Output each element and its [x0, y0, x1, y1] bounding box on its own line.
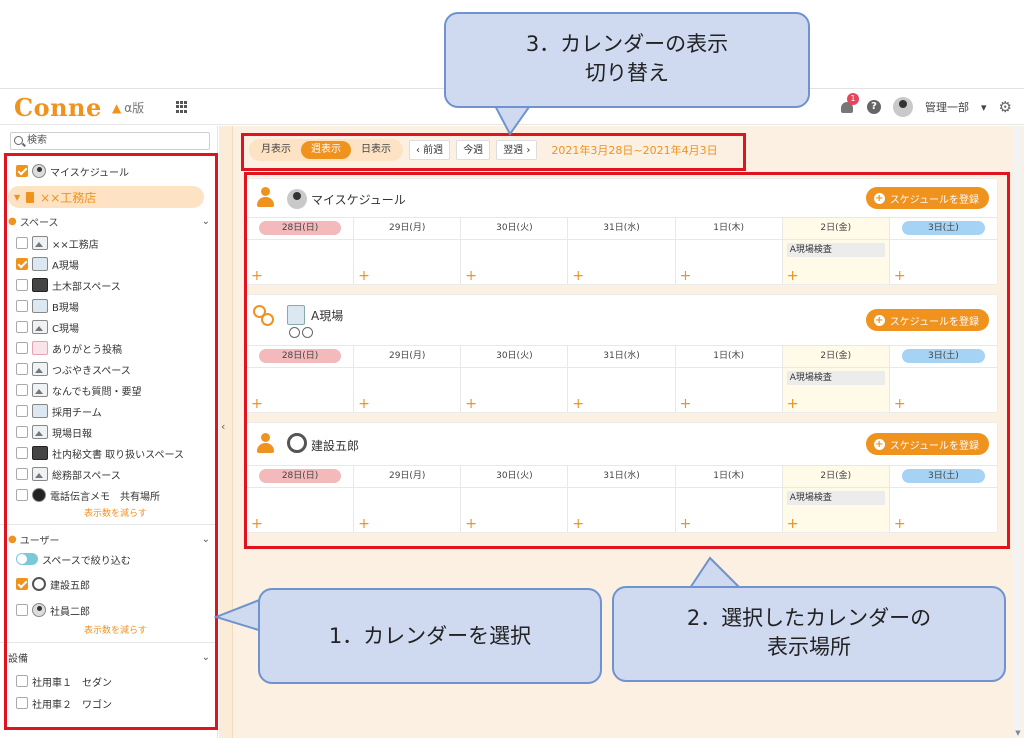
annotation-box-sidebar — [4, 153, 218, 730]
callout-2-tail — [688, 556, 743, 590]
callout-text: 2．選択したカレンダーの — [686, 606, 932, 630]
header-right-controls: 1 ? 管理一部 ▾ ⚙ — [839, 93, 1012, 119]
callout-text: 1．カレンダーを選択 — [328, 624, 532, 648]
conne-logo[interactable]: Conne — [14, 93, 102, 122]
chevron-down-icon[interactable]: ▾ — [981, 101, 987, 114]
callout-text: 表示場所 — [767, 635, 851, 659]
search-icon — [14, 136, 23, 145]
callout-1: 1．カレンダーを選択 — [258, 588, 602, 684]
callout-text: 切り替え — [585, 61, 669, 85]
callout-2: 2．選択したカレンダーの 表示場所 — [612, 586, 1006, 682]
alpha-badge: ▲ α版 — [112, 99, 144, 116]
callout-1-tail — [214, 597, 264, 633]
user-avatar[interactable] — [893, 97, 914, 117]
annotation-box-calendar — [244, 172, 1010, 549]
search-input[interactable]: 検索 — [10, 132, 210, 150]
gear-icon[interactable]: ⚙ — [999, 98, 1012, 116]
page: { "header": { "logo": "Conne", "alpha_ba… — [0, 0, 1024, 738]
callout-3: 3．カレンダーの表示 切り替え — [444, 12, 810, 108]
notification-badge: 1 — [847, 93, 860, 105]
user-name[interactable]: 管理一部 — [925, 99, 969, 115]
callout-text: 3．カレンダーの表示 — [525, 32, 729, 56]
warning-icon: ▲ — [112, 101, 122, 115]
bell-icon[interactable]: 1 — [839, 93, 860, 115]
sidebar-collapse-handle[interactable]: ‹ — [219, 126, 233, 738]
scrollbar[interactable]: ▼ — [1014, 126, 1022, 738]
app-grid-icon[interactable] — [176, 101, 188, 113]
search-placeholder: 検索 — [27, 135, 47, 146]
help-icon[interactable]: ? — [867, 100, 882, 114]
annotation-box-toolbar — [241, 133, 746, 171]
chevron-left-icon[interactable]: ‹ — [221, 420, 225, 433]
alpha-label: α版 — [124, 101, 145, 115]
scroll-down-icon[interactable]: ▼ — [1014, 729, 1022, 737]
